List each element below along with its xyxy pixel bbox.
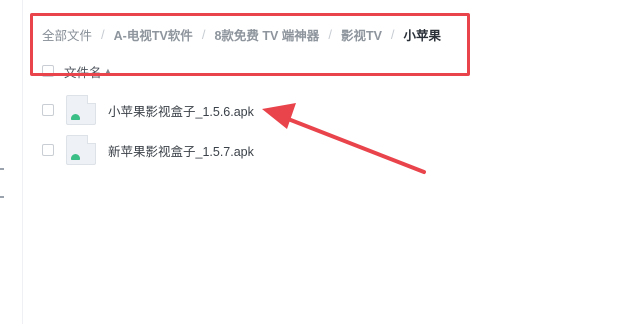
list-item[interactable]: 小苹果影视盒子_1.5.6.apk — [42, 94, 442, 126]
row-checkbox[interactable] — [42, 104, 54, 116]
apk-file-icon — [66, 135, 96, 165]
sort-up-icon[interactable]: ▲ — [104, 66, 113, 76]
breadcrumb-separator: / — [328, 26, 332, 42]
sidebar-edge — [0, 0, 23, 324]
apk-file-icon — [66, 95, 96, 125]
file-browser: 全部文件 / A-电视TV软件 / 8款免费 TV 端神器 / 影视TV / 小… — [0, 0, 635, 324]
file-name[interactable]: 小苹果影视盒子_1.5.6.apk — [108, 101, 254, 120]
breadcrumb: 全部文件 / A-电视TV软件 / 8款免费 TV 端神器 / 影视TV / 小… — [42, 25, 441, 43]
android-icon — [71, 154, 80, 160]
select-all-checkbox[interactable] — [42, 65, 54, 77]
breadcrumb-tv-software[interactable]: A-电视TV软件 — [114, 25, 193, 44]
list-item[interactable]: 新苹果影视盒子_1.5.7.apk — [42, 134, 442, 166]
filename-column-header[interactable]: 文件名 — [64, 62, 102, 81]
row-checkbox[interactable] — [42, 144, 54, 156]
breadcrumb-current-folder: 小苹果 — [403, 28, 442, 43]
breadcrumb-separator: / — [390, 26, 395, 42]
list-header: 文件名 ▲ — [42, 62, 112, 80]
breadcrumb-tv-tools[interactable]: 8款免费 TV 端神器 — [214, 25, 319, 44]
sidebar-mark — [0, 168, 4, 170]
breadcrumb-separator: / — [101, 26, 105, 42]
file-name[interactable]: 新苹果影视盒子_1.5.7.apk — [108, 141, 254, 160]
breadcrumb-all-files[interactable]: 全部文件 — [42, 25, 92, 44]
breadcrumb-video-tv[interactable]: 影视TV — [341, 25, 382, 44]
sidebar-mark — [0, 196, 4, 198]
android-icon — [71, 114, 80, 120]
breadcrumb-separator: / — [201, 26, 206, 42]
